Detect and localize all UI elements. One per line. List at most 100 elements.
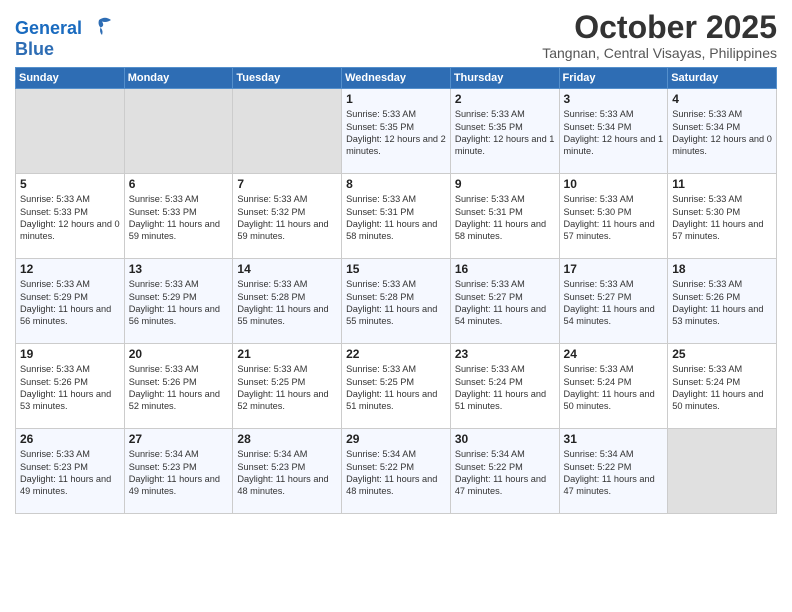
calendar-week-row: 19 Sunrise: 5:33 AMSunset: 5:26 PMDayligh…: [16, 344, 777, 429]
weekday-header: Thursday: [450, 68, 559, 89]
calendar-cell: 3 Sunrise: 5:33 AMSunset: 5:34 PMDaylight…: [559, 89, 668, 174]
header: General Blue October 2025 Tangnan, Centr…: [15, 10, 777, 61]
title-area: October 2025 Tangnan, Central Visayas, P…: [542, 10, 777, 61]
day-info: Sunrise: 5:34 AMSunset: 5:23 PMDaylight:…: [237, 448, 337, 498]
calendar-cell: 17 Sunrise: 5:33 AMSunset: 5:27 PMDayligh…: [559, 259, 668, 344]
calendar-cell: 12 Sunrise: 5:33 AMSunset: 5:29 PMDayligh…: [16, 259, 125, 344]
day-info: Sunrise: 5:33 AMSunset: 5:23 PMDaylight:…: [20, 448, 120, 498]
day-number: 2: [455, 92, 555, 106]
day-number: 4: [672, 92, 772, 106]
day-info: Sunrise: 5:33 AMSunset: 5:24 PMDaylight:…: [672, 363, 772, 413]
day-number: 27: [129, 432, 229, 446]
day-info: Sunrise: 5:33 AMSunset: 5:29 PMDaylight:…: [20, 278, 120, 328]
day-info: Sunrise: 5:33 AMSunset: 5:32 PMDaylight:…: [237, 193, 337, 243]
day-info: Sunrise: 5:33 AMSunset: 5:31 PMDaylight:…: [455, 193, 555, 243]
calendar-cell: 13 Sunrise: 5:33 AMSunset: 5:29 PMDayligh…: [124, 259, 233, 344]
day-info: Sunrise: 5:34 AMSunset: 5:22 PMDaylight:…: [455, 448, 555, 498]
calendar-cell: 7Sunrise: 5:33 AMSunset: 5:32 PMDaylight…: [233, 174, 342, 259]
day-number: 29: [346, 432, 446, 446]
day-info: Sunrise: 5:33 AMSunset: 5:24 PMDaylight:…: [564, 363, 664, 413]
day-number: 1: [346, 92, 446, 106]
weekday-header: Saturday: [668, 68, 777, 89]
calendar-cell: [16, 89, 125, 174]
day-number: 21: [237, 347, 337, 361]
day-number: 18: [672, 262, 772, 276]
weekday-header-row: SundayMondayTuesdayWednesdayThursdayFrid…: [16, 68, 777, 89]
weekday-header: Tuesday: [233, 68, 342, 89]
day-info: Sunrise: 5:34 AMSunset: 5:23 PMDaylight:…: [129, 448, 229, 498]
day-number: 6: [129, 177, 229, 191]
day-number: 25: [672, 347, 772, 361]
day-number: 30: [455, 432, 555, 446]
calendar-cell: 16 Sunrise: 5:33 AMSunset: 5:27 PMDayligh…: [450, 259, 559, 344]
day-number: 31: [564, 432, 664, 446]
calendar-week-row: 12 Sunrise: 5:33 AMSunset: 5:29 PMDayligh…: [16, 259, 777, 344]
weekday-header: Friday: [559, 68, 668, 89]
weekday-header: Sunday: [16, 68, 125, 89]
day-number: 15: [346, 262, 446, 276]
day-number: 8: [346, 177, 446, 191]
calendar-cell: 15Sunrise: 5:33 AMSunset: 5:28 PMDayligh…: [342, 259, 451, 344]
day-info: Sunrise: 5:33 AMSunset: 5:33 PMDaylight:…: [129, 193, 229, 243]
day-number: 3: [564, 92, 664, 106]
calendar-cell: 5 Sunrise: 5:33 AMSunset: 5:33 PMDaylight…: [16, 174, 125, 259]
calendar-cell: 14Sunrise: 5:33 AMSunset: 5:28 PMDayligh…: [233, 259, 342, 344]
logo-bird-icon: [84, 14, 114, 44]
logo-text: General: [15, 19, 82, 39]
calendar-cell: 6 Sunrise: 5:33 AMSunset: 5:33 PMDaylight…: [124, 174, 233, 259]
day-number: 22: [346, 347, 446, 361]
day-number: 9: [455, 177, 555, 191]
day-info: Sunrise: 5:33 AMSunset: 5:34 PMDaylight:…: [564, 108, 664, 158]
calendar-cell: 8 Sunrise: 5:33 AMSunset: 5:31 PMDaylight…: [342, 174, 451, 259]
logo-general: General: [15, 18, 82, 38]
calendar-cell: 26 Sunrise: 5:33 AMSunset: 5:23 PMDayligh…: [16, 429, 125, 514]
day-number: 23: [455, 347, 555, 361]
calendar-cell: 1 Sunrise: 5:33 AMSunset: 5:35 PMDaylight…: [342, 89, 451, 174]
calendar-table: SundayMondayTuesdayWednesdayThursdayFrid…: [15, 67, 777, 514]
calendar-cell: 11 Sunrise: 5:33 AMSunset: 5:30 PMDayligh…: [668, 174, 777, 259]
calendar-cell: 30 Sunrise: 5:34 AMSunset: 5:22 PMDayligh…: [450, 429, 559, 514]
month-title: October 2025: [542, 10, 777, 45]
calendar-week-row: 5 Sunrise: 5:33 AMSunset: 5:33 PMDaylight…: [16, 174, 777, 259]
day-number: 10: [564, 177, 664, 191]
day-info: Sunrise: 5:33 AMSunset: 5:30 PMDaylight:…: [672, 193, 772, 243]
day-number: 13: [129, 262, 229, 276]
day-number: 17: [564, 262, 664, 276]
day-number: 5: [20, 177, 120, 191]
day-info: Sunrise: 5:33 AMSunset: 5:26 PMDaylight:…: [20, 363, 120, 413]
day-info: Sunrise: 5:33 AMSunset: 5:29 PMDaylight:…: [129, 278, 229, 328]
day-info: Sunrise: 5:33 AMSunset: 5:25 PMDaylight:…: [237, 363, 337, 413]
day-info: Sunrise: 5:33 AMSunset: 5:27 PMDaylight:…: [564, 278, 664, 328]
location: Tangnan, Central Visayas, Philippines: [542, 45, 777, 61]
calendar-cell: 10Sunrise: 5:33 AMSunset: 5:30 PMDayligh…: [559, 174, 668, 259]
day-number: 19: [20, 347, 120, 361]
calendar-cell: 18Sunrise: 5:33 AMSunset: 5:26 PMDayligh…: [668, 259, 777, 344]
day-info: Sunrise: 5:33 AMSunset: 5:35 PMDaylight:…: [346, 108, 446, 158]
calendar-cell: [124, 89, 233, 174]
weekday-header: Wednesday: [342, 68, 451, 89]
calendar-cell: [233, 89, 342, 174]
day-info: Sunrise: 5:33 AMSunset: 5:24 PMDaylight:…: [455, 363, 555, 413]
day-info: Sunrise: 5:33 AMSunset: 5:33 PMDaylight:…: [20, 193, 120, 243]
calendar-cell: 29 Sunrise: 5:34 AMSunset: 5:22 PMDayligh…: [342, 429, 451, 514]
day-info: Sunrise: 5:33 AMSunset: 5:31 PMDaylight:…: [346, 193, 446, 243]
day-info: Sunrise: 5:34 AMSunset: 5:22 PMDaylight:…: [564, 448, 664, 498]
calendar-cell: 24Sunrise: 5:33 AMSunset: 5:24 PMDayligh…: [559, 344, 668, 429]
calendar-week-row: 26 Sunrise: 5:33 AMSunset: 5:23 PMDayligh…: [16, 429, 777, 514]
day-number: 14: [237, 262, 337, 276]
calendar-cell: 23 Sunrise: 5:33 AMSunset: 5:24 PMDayligh…: [450, 344, 559, 429]
day-info: Sunrise: 5:33 AMSunset: 5:35 PMDaylight:…: [455, 108, 555, 158]
day-number: 12: [20, 262, 120, 276]
day-number: 28: [237, 432, 337, 446]
calendar-cell: 27 Sunrise: 5:34 AMSunset: 5:23 PMDayligh…: [124, 429, 233, 514]
calendar-cell: 31 Sunrise: 5:34 AMSunset: 5:22 PMDayligh…: [559, 429, 668, 514]
day-info: Sunrise: 5:33 AMSunset: 5:27 PMDaylight:…: [455, 278, 555, 328]
day-info: Sunrise: 5:34 AMSunset: 5:22 PMDaylight:…: [346, 448, 446, 498]
day-number: 16: [455, 262, 555, 276]
weekday-header: Monday: [124, 68, 233, 89]
calendar-cell: 25 Sunrise: 5:33 AMSunset: 5:24 PMDayligh…: [668, 344, 777, 429]
calendar-cell: 19 Sunrise: 5:33 AMSunset: 5:26 PMDayligh…: [16, 344, 125, 429]
calendar-cell: 9 Sunrise: 5:33 AMSunset: 5:31 PMDaylight…: [450, 174, 559, 259]
day-number: 11: [672, 177, 772, 191]
day-number: 26: [20, 432, 120, 446]
